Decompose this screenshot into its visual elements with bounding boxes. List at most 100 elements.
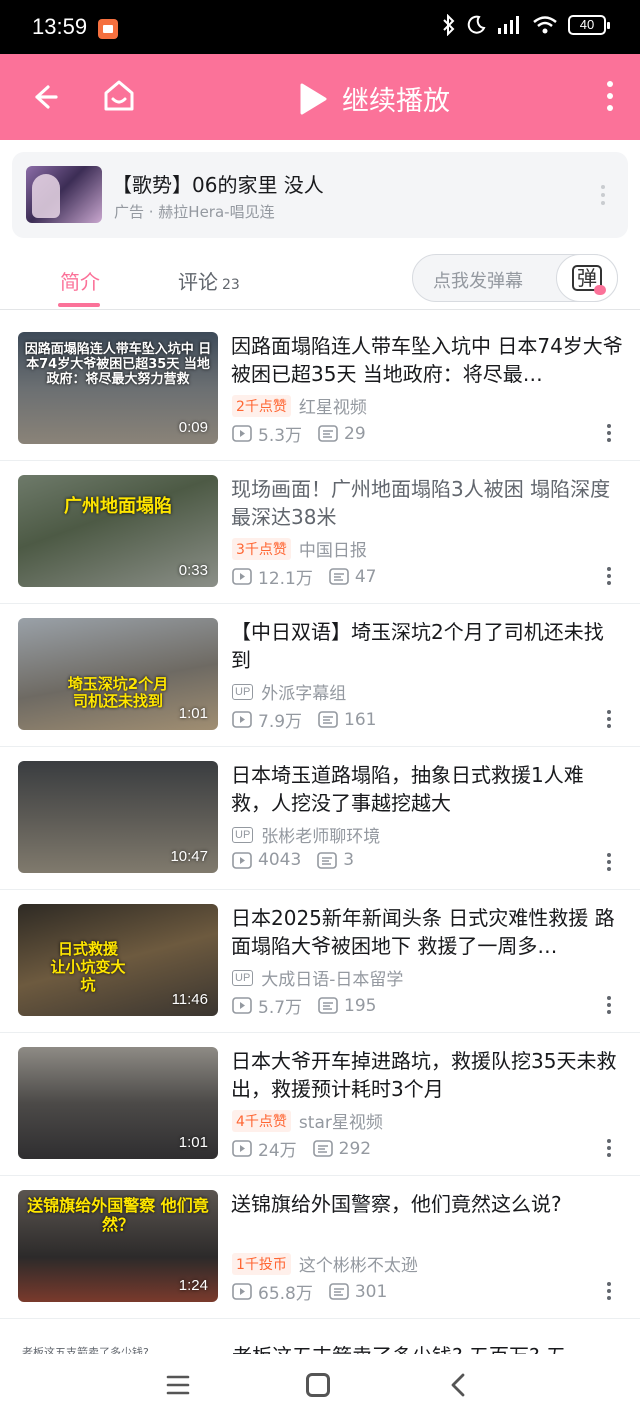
video-author: 中国日报 xyxy=(298,541,367,561)
view-count: 65.8万 xyxy=(258,1284,313,1304)
more-vertical-icon[interactable] xyxy=(606,852,612,872)
thumbnail-caption: 送锦旗给外国警察 他们竟然？ xyxy=(27,1196,209,1234)
danmaku-placeholder: 点我发弹幕 xyxy=(433,271,523,292)
danmaku-count-icon xyxy=(312,1140,333,1157)
continue-play-button[interactable]: 继续播放 xyxy=(298,79,450,118)
video-thumbnail: 10:47 xyxy=(18,761,218,873)
up-tag-icon: UP xyxy=(232,826,254,843)
video-stats: 24万 292 xyxy=(232,1136,371,1161)
video-meta: 3千点赞 中国日报 xyxy=(232,536,367,561)
up-tag-icon: UP xyxy=(232,969,254,986)
video-duration: 1:01 xyxy=(178,705,208,722)
play-count-icon xyxy=(232,711,252,728)
more-vertical-icon[interactable] xyxy=(606,1138,612,1158)
tab-comments[interactable]: 评论 23 xyxy=(178,266,240,295)
wifi-icon xyxy=(533,16,557,34)
danmaku-count-icon xyxy=(329,568,349,585)
like-badge: 3千点赞 xyxy=(232,537,291,560)
danmaku-count: 292 xyxy=(338,1138,372,1159)
more-vertical-icon[interactable] xyxy=(606,709,612,729)
video-card[interactable]: 1:01 日本大爷开车掉进路坑，救援队挖35天未救出，救援预计耗时3个月 4千点… xyxy=(0,1033,640,1176)
more-vertical-icon[interactable] xyxy=(602,79,618,113)
system-nav-bar xyxy=(0,1354,640,1422)
ad-more-icon[interactable] xyxy=(600,184,606,206)
video-card[interactable]: 广州地面塌陷 0:33 现场画面！广州地面塌陷3人被困 塌陷深度最深达38米 3… xyxy=(0,461,640,604)
video-stats: 4043 3 xyxy=(232,850,354,870)
more-vertical-icon[interactable] xyxy=(606,423,612,443)
video-thumbnail: 因路面塌陷连人带车坠入坑中 日本74岁大爷被困已超35天 当地政府：将尽最大努力… xyxy=(18,332,218,444)
thumbnail-caption: 广州地面塌陷 xyxy=(64,496,172,517)
video-meta: 1千投币 这个彬彬不太逊 xyxy=(232,1251,418,1276)
ad-title: 【歌势】06的家里 没人 xyxy=(112,173,324,197)
ad-card[interactable]: 【歌势】06的家里 没人 广告 · 赫拉Hera-唱见连 xyxy=(12,152,628,238)
video-meta: 2千点赞 红星视频 xyxy=(232,393,367,418)
home-icon[interactable] xyxy=(100,77,138,115)
video-card[interactable]: 因路面塌陷连人带车坠入坑中 日本74岁大爷被困已超35天 当地政府：将尽最大努力… xyxy=(0,318,640,461)
video-title: 日本2025新年新闻头条 日式灾难性救援 路面塌陷大爷被困地下 救援了一周多… xyxy=(231,906,615,958)
play-count-icon xyxy=(232,997,252,1014)
play-count-icon xyxy=(232,425,252,442)
video-author: 红星视频 xyxy=(298,398,367,418)
play-icon xyxy=(300,83,327,114)
danmaku-count-icon xyxy=(329,1283,349,1300)
view-count: 24万 xyxy=(258,1141,297,1161)
status-bar: 13:59 40 xyxy=(0,0,640,54)
video-stats: 65.8万 301 xyxy=(232,1279,387,1304)
tab-active-indicator xyxy=(58,303,100,307)
video-title: 日本大爷开车掉进路坑，救援队挖35天未救出，救援预计耗时3个月 xyxy=(231,1049,617,1101)
more-vertical-icon[interactable] xyxy=(606,995,612,1015)
danmaku-count: 301 xyxy=(354,1281,388,1302)
danmaku-count: 29 xyxy=(344,423,366,444)
video-author: 这个彬彬不太逊 xyxy=(298,1256,418,1276)
danmaku-input[interactable]: 点我发弹幕 弹 xyxy=(412,254,618,302)
view-count: 5.7万 xyxy=(258,998,303,1018)
more-vertical-icon[interactable] xyxy=(606,1281,612,1301)
recent-apps-icon[interactable] xyxy=(166,1374,190,1396)
video-thumbnail: 送锦旗给外国警察 他们竟然？ 1:24 xyxy=(18,1190,218,1302)
video-card[interactable]: 日式救援 让小坑变大坑 11:46 日本2025新年新闻头条 日式灾难性救援 路… xyxy=(0,890,640,1033)
video-stats: 12.1万 47 xyxy=(232,564,377,589)
video-thumbnail: 埼玉深坑2个月 司机还未找到 1:01 xyxy=(18,618,218,730)
video-card[interactable]: 埼玉深坑2个月 司机还未找到 1:01 【中日双语】埼玉深坑2个月了司机还未找到… xyxy=(0,604,640,747)
thumbnail-caption: 因路面塌陷连人带车坠入坑中 日本74岁大爷被困已超35天 当地政府：将尽最大努力… xyxy=(24,342,212,387)
video-title: 日本埼玉道路塌陷，抽象日式救援1人难救，人挖没了事越挖越大 xyxy=(231,763,584,815)
tab-comments-label: 评论 xyxy=(178,270,218,294)
play-count-icon xyxy=(232,1283,252,1300)
system-home-icon[interactable] xyxy=(306,1373,330,1397)
do-not-disturb-moon-icon xyxy=(467,15,486,34)
danmaku-count: 47 xyxy=(354,566,377,587)
video-title: 现场画面！广州地面塌陷3人被困 塌陷深度最深达38米 xyxy=(231,477,611,529)
view-count: 12.1万 xyxy=(258,569,313,589)
video-duration: 1:24 xyxy=(178,1277,208,1294)
thumbnail-caption: 埼玉深坑2个月 司机还未找到 xyxy=(67,675,169,710)
video-title: 老板这五支箭卖了多少钱? 五百万? 五 xyxy=(232,1340,566,1354)
video-stats: 5.7万 195 xyxy=(232,993,377,1018)
back-arrow-icon[interactable] xyxy=(28,80,62,114)
like-badge: 2千点赞 xyxy=(232,394,291,417)
more-vertical-icon[interactable] xyxy=(606,566,612,586)
video-thumbnail: 广州地面塌陷 0:33 xyxy=(18,475,218,587)
play-count-icon xyxy=(232,851,252,869)
video-card[interactable]: 送锦旗给外国警察 他们竟然？ 1:24 送锦旗给外国警察，他们竟然这么说? 1千… xyxy=(0,1176,640,1319)
bluetooth-icon xyxy=(443,14,455,36)
thumbnail-caption: 老板这五支箭卖了多少钱? xyxy=(22,1346,149,1354)
danmaku-count: 161 xyxy=(344,709,377,730)
comments-count: 23 xyxy=(222,277,240,293)
tab-intro[interactable]: 简介 xyxy=(60,266,100,295)
danmaku-count: 3 xyxy=(343,850,355,870)
play-count-icon xyxy=(232,1140,252,1157)
video-thumbnail: 日式救援 让小坑变大坑 11:46 xyxy=(18,904,218,1016)
view-count: 4043 xyxy=(258,850,302,870)
video-meta: 4千点赞 star星视频 xyxy=(232,1108,383,1133)
video-stats: 5.3万 29 xyxy=(232,421,366,446)
video-card-partial[interactable]: 老板这五支箭卖了多少钱? 老板这五支箭卖了多少钱? 五百万? 五 xyxy=(0,1334,640,1354)
up-tag-icon: UP xyxy=(232,683,254,700)
danmaku-toggle-button[interactable]: 弹 xyxy=(556,254,618,302)
detail-tabs: 简介 评论 23 点我发弹幕 弹 xyxy=(0,248,640,310)
coin-badge: 1千投币 xyxy=(232,1252,291,1275)
video-meta: UP 大成日语-日本留学 xyxy=(232,965,403,990)
video-duration: 10:47 xyxy=(170,848,208,865)
system-back-icon[interactable] xyxy=(448,1372,468,1398)
video-card[interactable]: 10:47 日本埼玉道路塌陷，抽象日式救援1人难救，人挖没了事越挖越大 UP 张… xyxy=(0,747,640,890)
video-stats: 7.9万 161 xyxy=(232,707,377,732)
